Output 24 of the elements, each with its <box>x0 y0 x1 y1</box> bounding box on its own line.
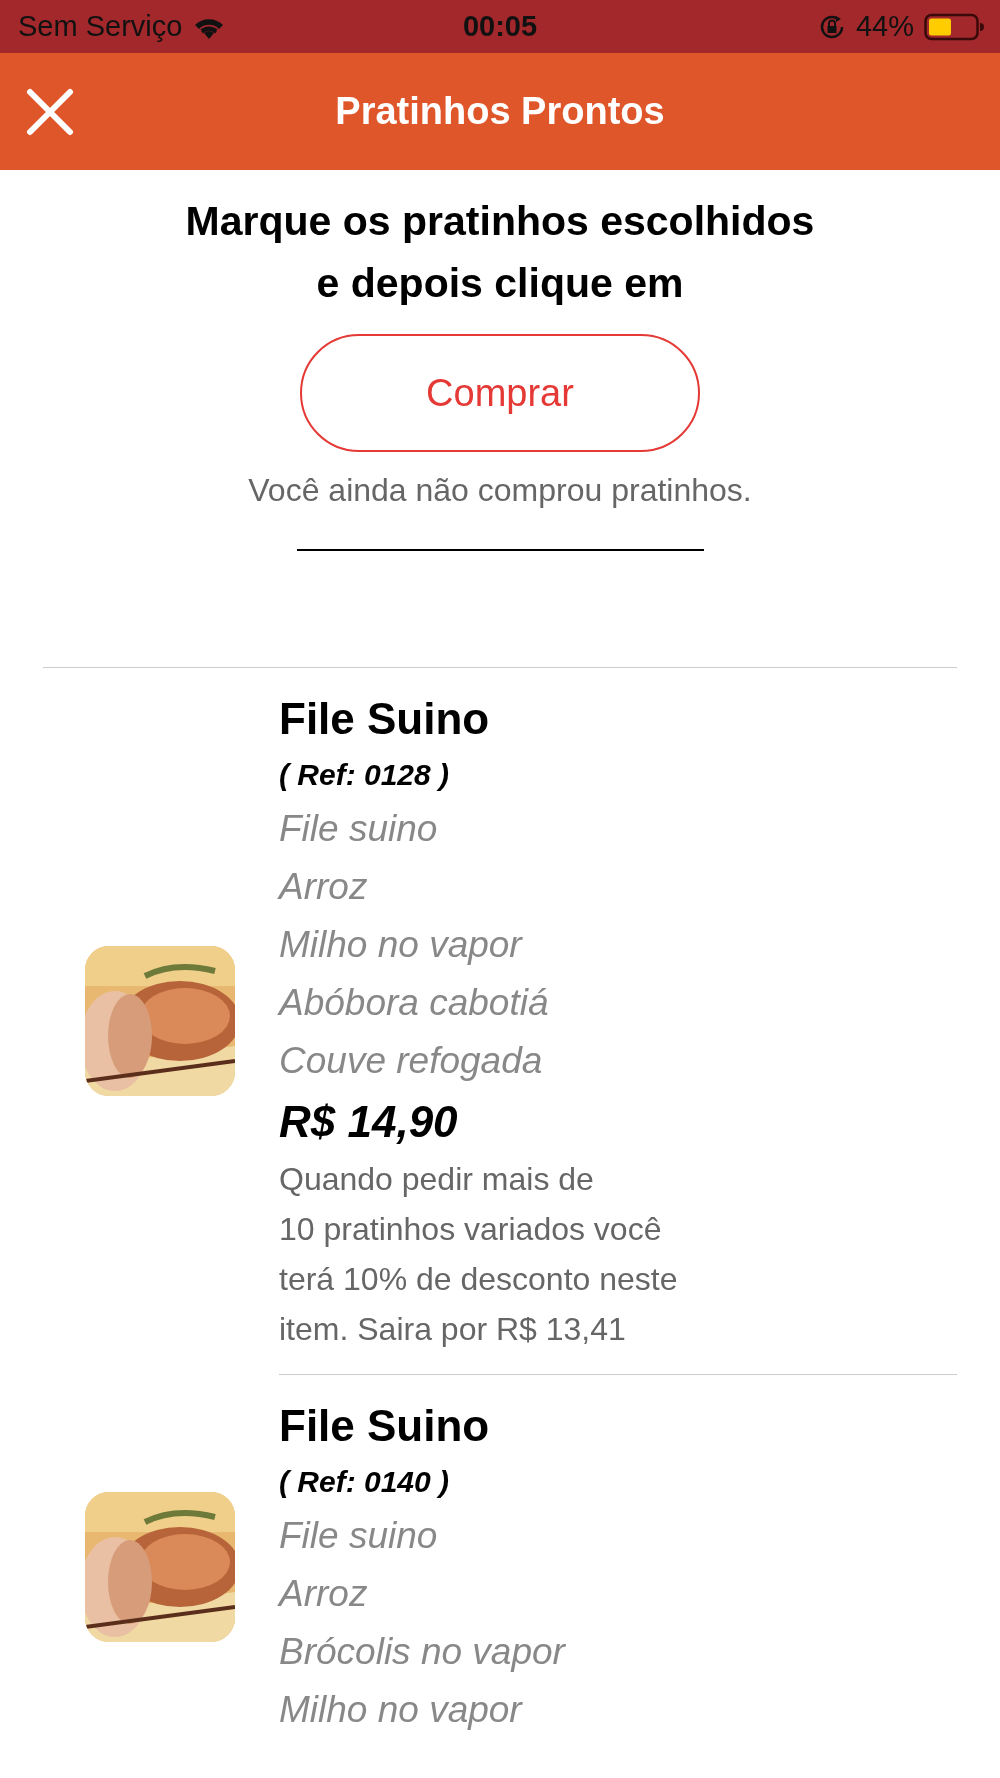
dish-item: File suino <box>279 807 439 851</box>
nav-title: Pratinhos Prontos <box>335 90 665 133</box>
dish-item: Milho no vapor <box>279 1688 524 1732</box>
dish-ref: ( Ref: 0140 ) <box>279 1464 451 1500</box>
clock: 00:05 <box>461 10 539 43</box>
dish-item: Milho no vapor <box>279 923 524 967</box>
buy-button[interactable]: Comprar <box>300 334 700 452</box>
dish-item: Brócolis no vapor <box>279 1630 567 1674</box>
dish-item: Abóbora cabotiá <box>279 981 550 1025</box>
carrier-label: Sem Serviço <box>18 10 183 43</box>
dish-name: File Suino <box>279 1400 491 1452</box>
discount-note: Quando pedir mais de 10 pratinhos variados você terá 10% de desconto neste item. Saira por R$ 13,41 <box>279 1160 679 1349</box>
dish-item: Couve refogada <box>279 1039 544 1083</box>
battery-percent: 44% <box>855 10 914 43</box>
battery-icon <box>924 12 984 41</box>
purchase-status-text: Você ainda não comprou pratinhos. <box>248 472 752 509</box>
dish-item: Arroz <box>279 865 369 909</box>
close-icon[interactable] <box>26 88 74 136</box>
dish-name: File Suino <box>279 693 491 745</box>
instruction-heading: Marque os pratinhos escolhidos e depois clique em <box>185 197 815 308</box>
dish-item: Arroz <box>279 1572 369 1616</box>
dish-ref: ( Ref: 0128 ) <box>279 757 451 793</box>
dish-price: R$ 14,90 <box>279 1096 459 1148</box>
dish-item: File suino <box>279 1514 439 1558</box>
